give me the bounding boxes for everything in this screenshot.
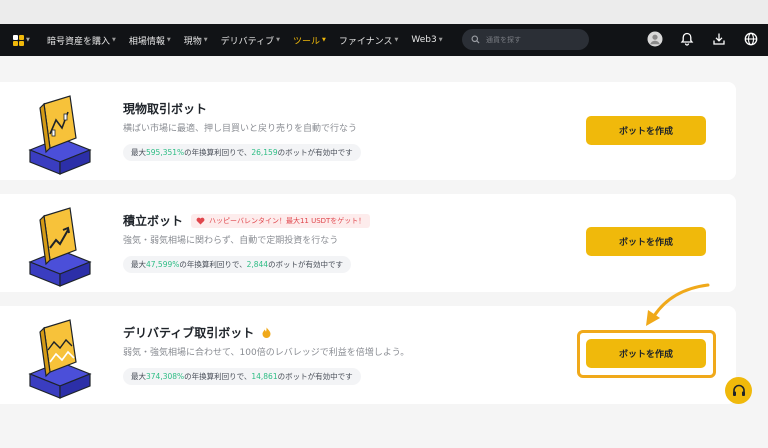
support-chat-button[interactable]: [725, 377, 752, 404]
create-spot-bot-button[interactable]: ボットを作成: [586, 116, 706, 145]
stat-apy: 47,599%: [146, 260, 180, 269]
bot-title-text: デリバティブ取引ボット: [123, 326, 255, 340]
futures-bot-illustration-icon: [28, 319, 92, 399]
nav-item-markets[interactable]: 相場情報 ▼: [129, 34, 171, 47]
nav-item-finance[interactable]: ファイナンス ▼: [339, 34, 399, 47]
stat-mid: の年換算利回りで、: [184, 148, 252, 157]
search-placeholder: 通貨を探す: [486, 35, 521, 44]
flame-icon: [262, 327, 271, 338]
bot-stat: 最大 47,599% の年換算利回りで、 2,844 のボットが有効中です: [123, 256, 352, 273]
globe-icon[interactable]: [742, 30, 760, 48]
headset-icon: [732, 384, 745, 396]
search-icon: [471, 35, 480, 44]
stat-suffix: のボットが有効中です: [277, 372, 353, 381]
bot-title: デリバティブ取引ボット: [123, 324, 271, 341]
stat-mid: の年換算利回りで、: [179, 260, 247, 269]
nav-item-buy-crypto[interactable]: 暗号資産を購入 ▼: [47, 34, 116, 47]
bot-description: 弱気・強気相場に合わせて、100倍のレバレッジで利益を倍増しよう。: [123, 348, 410, 358]
nav-item-derivatives[interactable]: デリバティブ ▼: [221, 34, 280, 47]
heart-icon: [196, 217, 205, 225]
bot-stat: 最大 374,308% の年換算利回りで、 14,861 のボットが有効中です: [123, 368, 361, 385]
download-icon[interactable]: [710, 30, 728, 48]
bot-title-text: 現物取引ボット: [123, 102, 208, 116]
create-dca-bot-button[interactable]: ボットを作成: [586, 227, 706, 256]
stat-mid: の年換算利回りで、: [184, 372, 252, 381]
spot-bot-card: 現物取引ボット 横ばい市場に最適、押し目買いと戻り売りを自動で行なう 最大 595…: [0, 82, 736, 180]
bot-title-text: 積立ボット: [123, 214, 184, 228]
stat-prefix: 最大: [131, 260, 146, 269]
stat-count: 14,861: [251, 372, 278, 381]
stat-prefix: 最大: [131, 372, 146, 381]
chevron-down-icon: ▼: [112, 37, 116, 43]
chevron-down-icon: ▼: [276, 37, 280, 43]
browser-top-strip: [0, 0, 768, 24]
highlight-frame: [577, 330, 716, 378]
bot-title: 現物取引ボット: [123, 100, 207, 117]
top-navigation-bar: ▼ 暗号資産を購入 ▼ 相場情報 ▼ 現物 ▼ デリバティブ ▼ ツール ▼ ファイナンス…: [0, 24, 768, 58]
tools-content-area: 現物取引ボット 横ばい市場に最適、押し目買いと戻り売りを自動で行なう 最大 595…: [0, 56, 768, 448]
stat-apy: 374,308%: [146, 372, 185, 381]
chevron-down-icon: ▼: [394, 37, 399, 43]
nav-item-spot[interactable]: 現物 ▼: [184, 34, 208, 47]
chevron-down-icon: ▼: [438, 37, 443, 43]
dca-bot-illustration-icon: [28, 207, 92, 287]
nav-item-label: ファイナンス: [338, 36, 393, 47]
stat-prefix: 最大: [131, 148, 146, 157]
nav-item-label: デリバティブ: [220, 36, 275, 47]
chevron-down-icon: ▼: [321, 37, 326, 43]
dca-bot-card: 積立ボット ハッピーバレンタイン！最大11 USDTをゲット！ 強気・弱気相場に…: [0, 194, 736, 292]
nav-item-web3[interactable]: Web3 ▼: [411, 35, 442, 45]
search-input[interactable]: 通貨を探す: [462, 29, 589, 50]
nav-item-label: ツール: [292, 36, 320, 47]
stat-count: 26,159: [251, 148, 278, 157]
stat-apy: 595,351%: [146, 148, 185, 157]
bell-icon[interactable]: [678, 30, 696, 48]
bot-description: 強気・弱気相場に関わらず、自動で定期投資を行なう: [123, 236, 339, 246]
avatar-icon[interactable]: [646, 30, 664, 48]
chevron-down-icon: ▼: [26, 37, 30, 43]
promo-badge[interactable]: ハッピーバレンタイン！最大11 USDTをゲット！: [191, 213, 371, 228]
spot-bot-illustration-icon: [28, 95, 92, 175]
pointer-arrow-icon: [646, 283, 710, 326]
chevron-down-icon: ▼: [203, 37, 208, 43]
nav-item-label: 現物: [183, 36, 202, 47]
nav-item-label: Web3: [411, 35, 437, 45]
chevron-down-icon: ▼: [166, 37, 171, 43]
nav-item-label: 相場情報: [128, 36, 165, 47]
nav-item-label: 暗号資産を購入: [47, 36, 111, 47]
bot-description: 横ばい市場に最適、押し目買いと戻り売りを自動で行なう: [123, 124, 358, 134]
nav-item-tools[interactable]: ツール ▼: [292, 34, 326, 58]
apps-grid-icon: [13, 34, 24, 46]
stat-suffix: のボットが有効中です: [268, 260, 344, 269]
stat-suffix: のボットが有効中です: [277, 148, 353, 157]
bot-title: 積立ボット ハッピーバレンタイン！最大11 USDTをゲット！: [123, 212, 371, 229]
bot-stat: 最大 595,351% の年換算利回りで、 26,159 のボットが有効中です: [123, 144, 361, 161]
apps-menu[interactable]: ▼: [13, 34, 33, 46]
stat-count: 2,844: [246, 260, 269, 269]
promo-text: ハッピーバレンタイン！最大11 USDTをゲット！: [209, 216, 366, 225]
